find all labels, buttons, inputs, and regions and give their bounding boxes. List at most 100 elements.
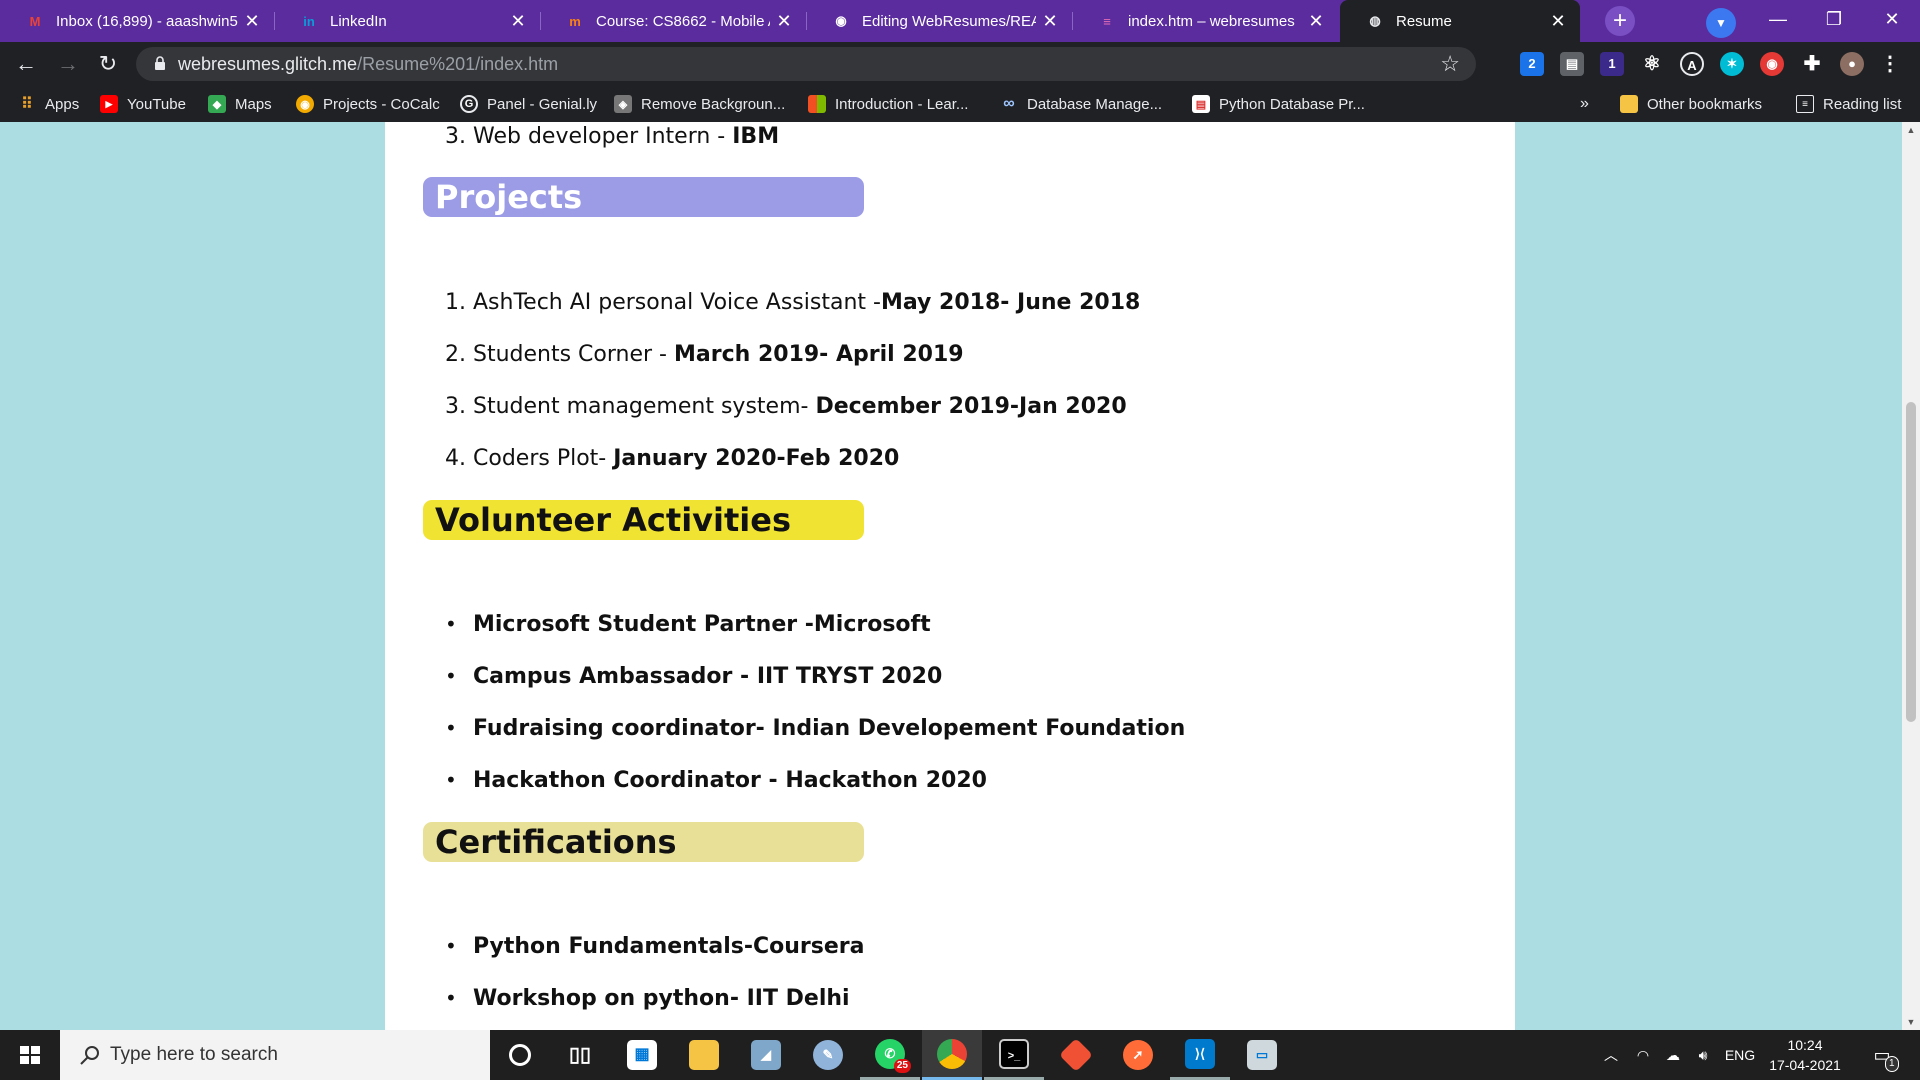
new-tab-button[interactable]: + (1605, 6, 1635, 36)
language-indicator[interactable]: ENG (1720, 1030, 1760, 1080)
tray-overflow-icon[interactable]: ︿ (1596, 1030, 1626, 1080)
taskbar-whatsapp[interactable]: ✆ 25 (860, 1030, 920, 1080)
puzzle-extensions-icon[interactable]: ✚ (1800, 52, 1824, 76)
close-tab-icon[interactable]: ✕ (1302, 11, 1330, 32)
bookmark-cocalc[interactable]: ◉ Projects - CoCalc (296, 86, 440, 122)
extension-badge-icon[interactable]: 2 (1520, 52, 1544, 76)
cortana-button[interactable] (490, 1030, 550, 1080)
close-window-button[interactable]: ✕ (1864, 0, 1920, 40)
project-item: 4. Coders Plot- January 2020-Feb 2020 (445, 446, 900, 471)
close-tab-icon[interactable]: ✕ (770, 11, 798, 32)
taskbar-git[interactable] (1046, 1030, 1106, 1080)
cocalc-icon: ◉ (296, 95, 314, 113)
remote-desktop-icon: ▭ (1247, 1040, 1277, 1070)
tab-label: Resume (1396, 12, 1452, 30)
taskbar-explorer[interactable] (674, 1030, 734, 1080)
close-tab-icon[interactable]: ✕ (1544, 11, 1572, 32)
close-tab-icon[interactable]: ✕ (1036, 11, 1064, 32)
chrome-icon (937, 1038, 967, 1069)
tab-github[interactable]: ◉ Editing WebResumes/READ ✕ (806, 0, 1072, 42)
other-bookmarks[interactable]: Other bookmarks (1620, 86, 1762, 122)
whatsapp-icon: ✆ 25 (875, 1038, 911, 1073)
taskbar-remote[interactable]: ▭ (1232, 1030, 1292, 1080)
reading-list-icon: ≡ (1796, 95, 1814, 113)
bookmarks-bar: ⠿ Apps ▶ YouTube ◆ Maps ◉ Projects - CoC… (0, 86, 1920, 122)
close-tab-icon[interactable]: ✕ (504, 11, 532, 32)
moodle-icon: m (569, 13, 581, 29)
tab-label: Inbox (16,899) - aaashwin51 (56, 12, 238, 30)
page-scrollbar[interactable]: ▲ ▼ (1902, 122, 1920, 1030)
maps-icon: ◆ (208, 95, 226, 113)
tab-label: Editing WebResumes/READ (862, 12, 1036, 30)
taskbar-app-blue[interactable]: ◢ (736, 1030, 796, 1080)
store-icon: ▦ (627, 1040, 657, 1070)
tab-resume[interactable]: ◍ Resume ✕ (1340, 0, 1580, 42)
minimize-button[interactable]: — (1750, 0, 1806, 40)
back-arrow-icon[interactable]: ← (10, 48, 42, 80)
color-picker-icon[interactable]: ◉ (1760, 52, 1784, 76)
taskbar-vscode[interactable]: ⟩⟨ (1170, 1030, 1230, 1080)
reading-list[interactable]: ≡ Reading list (1796, 86, 1901, 122)
taskbar-terminal[interactable]: >_ (984, 1030, 1044, 1080)
bookmark-removebg[interactable]: ◈ Remove Backgroun... (614, 86, 785, 122)
bookmarks-overflow-button[interactable]: » (1580, 86, 1589, 122)
snip-icon[interactable]: ✶ (1720, 52, 1744, 76)
start-button[interactable] (0, 1030, 60, 1080)
cortana-icon (509, 1044, 531, 1066)
bookmark-apps[interactable]: ⠿ Apps (18, 86, 79, 122)
removebg-icon: ◈ (614, 95, 632, 113)
volume-icon[interactable]: 🔊︎ (1688, 1030, 1718, 1080)
windows-taskbar: Type here to search ▯▯ ▦ ◢ ✎ ✆ 25 >_ ➚ ⟩⟨… (0, 1030, 1920, 1080)
tab-gmail[interactable]: M Inbox (16,899) - aaashwin51 ✕ (0, 0, 274, 42)
notification-center-button[interactable]: ▭ 1 (1860, 1030, 1904, 1080)
address-bar[interactable]: webresumes.glitch.me/Resume%201/index.ht… (136, 47, 1476, 81)
coursera-icon: ∞ (1003, 95, 1015, 112)
page-viewport: 3. Web developer Intern - IBM Projects 1.… (0, 122, 1902, 1030)
postman-icon: ➚ (1123, 1040, 1153, 1070)
doc-icon: ▤ (1192, 95, 1210, 113)
task-view-button[interactable]: ▯▯ (550, 1030, 610, 1080)
task-view-icon: ▯▯ (568, 1044, 591, 1066)
react-devtools-icon[interactable]: ⚛ (1640, 52, 1664, 76)
close-tab-icon[interactable]: ✕ (238, 11, 266, 32)
lock-icon (155, 56, 165, 70)
taskbar-postman[interactable]: ➚ (1108, 1030, 1168, 1080)
forward-arrow-icon[interactable]: → (52, 48, 84, 80)
bookmark-youtube[interactable]: ▶ YouTube (100, 86, 186, 122)
vscode-icon: ⟩⟨ (1185, 1038, 1215, 1069)
github-icon: ◉ (835, 13, 847, 28)
kebab-menu-icon[interactable]: ⋮ (1878, 52, 1902, 76)
bookmark-star-icon[interactable]: ☆ (1440, 51, 1460, 77)
clock[interactable]: 10:24 17-04-2021 (1760, 1035, 1850, 1075)
avatar[interactable]: ● (1840, 52, 1864, 76)
browser-toolbar: ← → ↻ webresumes.glitch.me/Resume%201/in… (0, 42, 1920, 86)
bookmark-database[interactable]: ∞ Database Manage... (1000, 86, 1162, 122)
extension-cube-icon[interactable]: 1 (1600, 52, 1624, 76)
tab-search-icon[interactable]: ▼ (1706, 8, 1736, 38)
scroll-up-arrow-icon[interactable]: ▲ (1902, 122, 1920, 138)
bookmark-maps[interactable]: ◆ Maps (208, 86, 272, 122)
tab-linkedin[interactable]: in LinkedIn ✕ (274, 0, 540, 42)
taskbar-chrome[interactable] (922, 1030, 982, 1080)
scrollbar-thumb[interactable] (1906, 402, 1916, 722)
search-icon (80, 1046, 99, 1065)
scroll-down-arrow-icon[interactable]: ▼ (1902, 1014, 1920, 1030)
folder-icon (689, 1040, 719, 1070)
taskbar-search-input[interactable]: Type here to search (60, 1030, 490, 1080)
bookmark-genially[interactable]: G Panel - Genial.ly (460, 86, 597, 122)
bookmark-python-db[interactable]: ▤ Python Database Pr... (1192, 86, 1365, 122)
onedrive-icon[interactable]: ☁ (1658, 1030, 1688, 1080)
projects-heading: Projects (423, 177, 864, 217)
reload-icon[interactable]: ↻ (92, 48, 124, 80)
tab-label: index.htm – webresumes (1128, 12, 1295, 30)
tab-course[interactable]: m Course: CS8662 - Mobile Ap ✕ (540, 0, 806, 42)
bookmark-microsoft-learn[interactable]: Introduction - Lear... (808, 86, 968, 122)
linkedin-icon: in (303, 13, 315, 29)
wifi-icon[interactable]: ◠ (1628, 1030, 1658, 1080)
tab-glitch[interactable]: ≡ index.htm – webresumes ✕ (1072, 0, 1338, 42)
taskbar-store[interactable]: ▦ (612, 1030, 672, 1080)
restore-button[interactable]: ❐ (1806, 0, 1862, 40)
cast-icon[interactable]: ▤ (1560, 52, 1584, 76)
grammar-icon[interactable]: A (1680, 52, 1704, 76)
taskbar-paint[interactable]: ✎ (798, 1030, 858, 1080)
